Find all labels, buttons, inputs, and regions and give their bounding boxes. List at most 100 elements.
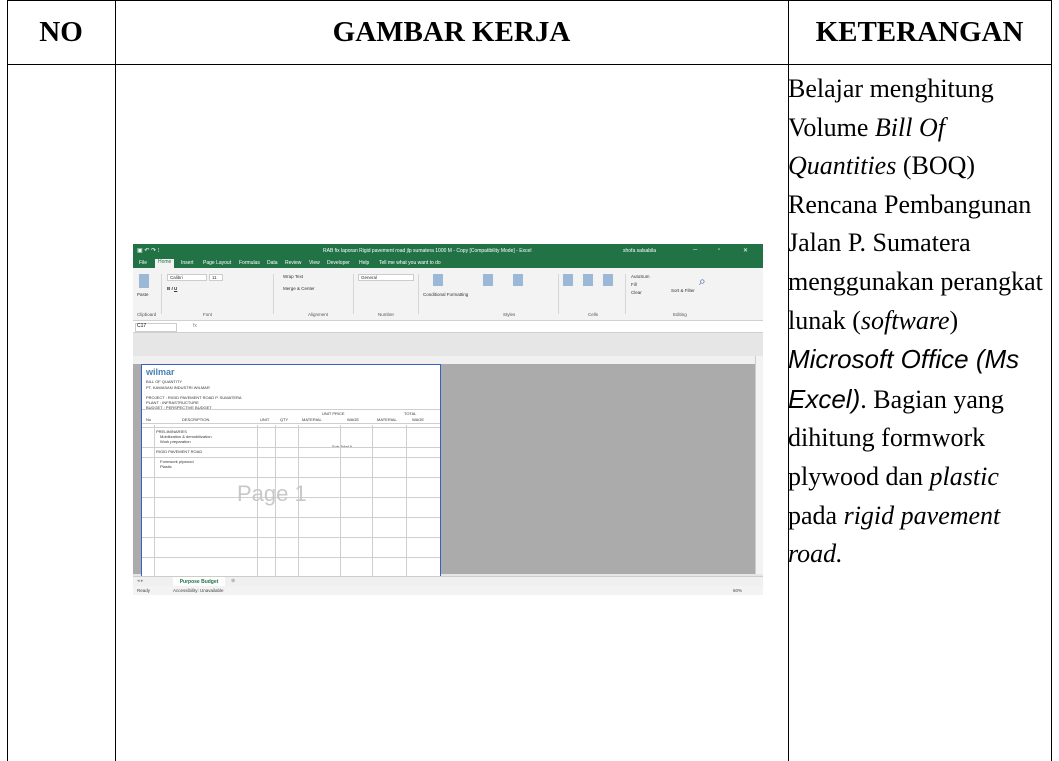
format-table-icon[interactable] — [483, 274, 493, 286]
sheet-title: BILL OF QUANTITY — [146, 379, 183, 384]
close-icon[interactable]: ✕ — [743, 247, 748, 254]
bold-icon[interactable]: B I U — [167, 286, 177, 291]
col-divider-1 — [115, 0, 116, 761]
sheet-gridline — [142, 409, 440, 410]
format-cells-icon[interactable] — [603, 274, 613, 286]
col-total: TOTAL — [404, 411, 417, 416]
status-ready: Ready — [137, 588, 151, 593]
excel-screenshot: ▣ ↶ ↷ ⁝ RAB fix laporan Rigid pavement r… — [133, 244, 763, 595]
merge-center-button[interactable]: Merge & Center — [283, 286, 315, 291]
col-wage-2: WAGE — [412, 417, 425, 422]
print-page: wilmar BILL OF QUANTITY PT. KAWASAN INDU… — [141, 364, 441, 578]
group-clipboard: Clipboard — [137, 312, 157, 317]
tell-me-search[interactable]: Tell me what you want to do — [379, 260, 441, 266]
menu-page-layout[interactable]: Page Layout — [203, 260, 231, 266]
paste-label[interactable]: Paste — [137, 292, 149, 297]
sheet-gridline — [142, 537, 440, 538]
page-watermark: Page 1 — [237, 481, 307, 506]
sheet-gridline — [142, 557, 440, 558]
number-format-select[interactable]: General — [358, 274, 414, 281]
add-sheet-icon[interactable]: ⊕ — [231, 578, 235, 584]
font-name-select[interactable]: Calibri — [167, 274, 207, 281]
menu-developer[interactable]: Developer — [327, 260, 350, 266]
sort-filter-button[interactable]: Sort & Filter — [671, 288, 695, 293]
header-no: NO — [39, 15, 83, 48]
save-icon: ▣ ↶ ↷ ⁝ — [137, 248, 160, 254]
col-description: DESCRIPTION — [182, 417, 210, 422]
header-bottom-border — [7, 64, 1052, 65]
delete-cells-icon[interactable] — [583, 274, 593, 286]
table-left-border — [7, 0, 8, 761]
user-name: shofa salsabila — [623, 248, 657, 254]
sheet-gridline — [142, 517, 440, 518]
table-right-border — [1051, 0, 1052, 761]
header-gambar-kerja: GAMBAR KERJA — [332, 15, 571, 48]
formula-bar: C17 fx — [133, 321, 763, 333]
menu-view[interactable]: View — [309, 260, 320, 266]
row-rigid-pavement: RIGID PAVEMENT ROAD — [156, 449, 203, 454]
ribbon-separator — [353, 274, 354, 314]
menu-home[interactable]: Home — [155, 259, 175, 268]
desc-part-9: pada — [788, 500, 844, 530]
menu-data[interactable]: Data — [267, 260, 278, 266]
name-box-value: C17 — [137, 323, 147, 329]
ribbon-separator — [418, 274, 419, 314]
col-material: MATERIAL — [302, 417, 322, 422]
excel-menu-bar: File Home Insert Page Layout Formulas Da… — [133, 258, 763, 268]
menu-help[interactable]: Help — [359, 260, 369, 266]
ribbon-separator — [161, 274, 162, 314]
cell-styles-icon[interactable] — [513, 274, 523, 286]
ribbon-separator — [625, 274, 626, 314]
desc-part-5: ) — [949, 305, 959, 335]
excel-ribbon: Paste Calibri 11 B I U Wrap Text Merge &… — [133, 268, 763, 321]
sheet-gridline — [154, 425, 155, 577]
vertical-scrollbar[interactable] — [755, 356, 763, 574]
ribbon-separator — [558, 274, 559, 314]
insert-cells-icon[interactable] — [563, 274, 573, 286]
window-title: RAB fix laporan Rigid pavement road jlp … — [323, 248, 532, 254]
fill-button[interactable]: Fill — [631, 282, 637, 287]
group-cells: Cells — [588, 312, 599, 317]
header-keterangan: KETERANGAN — [815, 15, 1024, 48]
sheet-gridline — [142, 477, 440, 478]
col-wage: WAGE — [347, 417, 360, 422]
sheet-gridline — [406, 425, 407, 577]
menu-formulas[interactable]: Formulas — [239, 260, 260, 266]
sheet-gridline — [142, 427, 440, 428]
wrap-text-button[interactable]: Wrap Text — [283, 274, 303, 279]
group-editing: Editing — [673, 312, 687, 317]
group-number: Number — [378, 312, 395, 317]
row-work-preparation: Work preparation — [160, 439, 191, 444]
autosum-button[interactable]: AutoSum — [631, 274, 650, 279]
sheet-gridline — [142, 423, 440, 424]
sheet-subtitle: PT. KAWASAN INDUSTRI WILMAR — [146, 385, 210, 390]
excel-title-bar: ▣ ↶ ↷ ⁝ RAB fix laporan Rigid pavement r… — [133, 244, 763, 258]
sheet-gridline — [142, 447, 440, 448]
col-material-2: MATERIAL — [377, 417, 397, 422]
tab-nav-icon[interactable]: ◂ ▸ — [137, 578, 143, 584]
menu-review[interactable]: Review — [285, 260, 301, 266]
sheet-gridline — [142, 457, 440, 458]
group-styles: Styles — [503, 312, 516, 317]
conditional-formatting-icon[interactable] — [433, 274, 443, 286]
col-unit: UNIT — [260, 417, 270, 422]
group-font: Font — [203, 312, 213, 317]
group-alignment: Alignment — [308, 312, 329, 317]
fx-icon[interactable]: fx — [193, 323, 197, 329]
conditional-formatting-button[interactable]: Conditional Formatting — [423, 292, 468, 297]
desc-part-8: plastic — [929, 461, 999, 491]
clear-button[interactable]: Clear — [631, 290, 642, 295]
status-accessibility[interactable]: Accessibility: Unavailable — [173, 588, 224, 593]
restore-icon[interactable]: ▫ — [718, 247, 720, 253]
paste-icon[interactable] — [139, 274, 149, 288]
col-no: No — [146, 417, 152, 422]
font-size-select[interactable]: 11 — [209, 274, 223, 281]
menu-file[interactable]: File — [139, 260, 147, 266]
zoom-level[interactable]: 60% — [733, 588, 742, 593]
minimize-icon[interactable]: ─ — [693, 247, 697, 253]
find-icon[interactable]: ⌕ — [699, 274, 706, 289]
ribbon-separator — [273, 274, 274, 314]
menu-insert[interactable]: Insert — [181, 260, 194, 266]
col-qty: QTY — [280, 417, 289, 422]
keterangan-text: Belajar menghitung Volume Bill Of Quanti… — [788, 70, 1050, 574]
